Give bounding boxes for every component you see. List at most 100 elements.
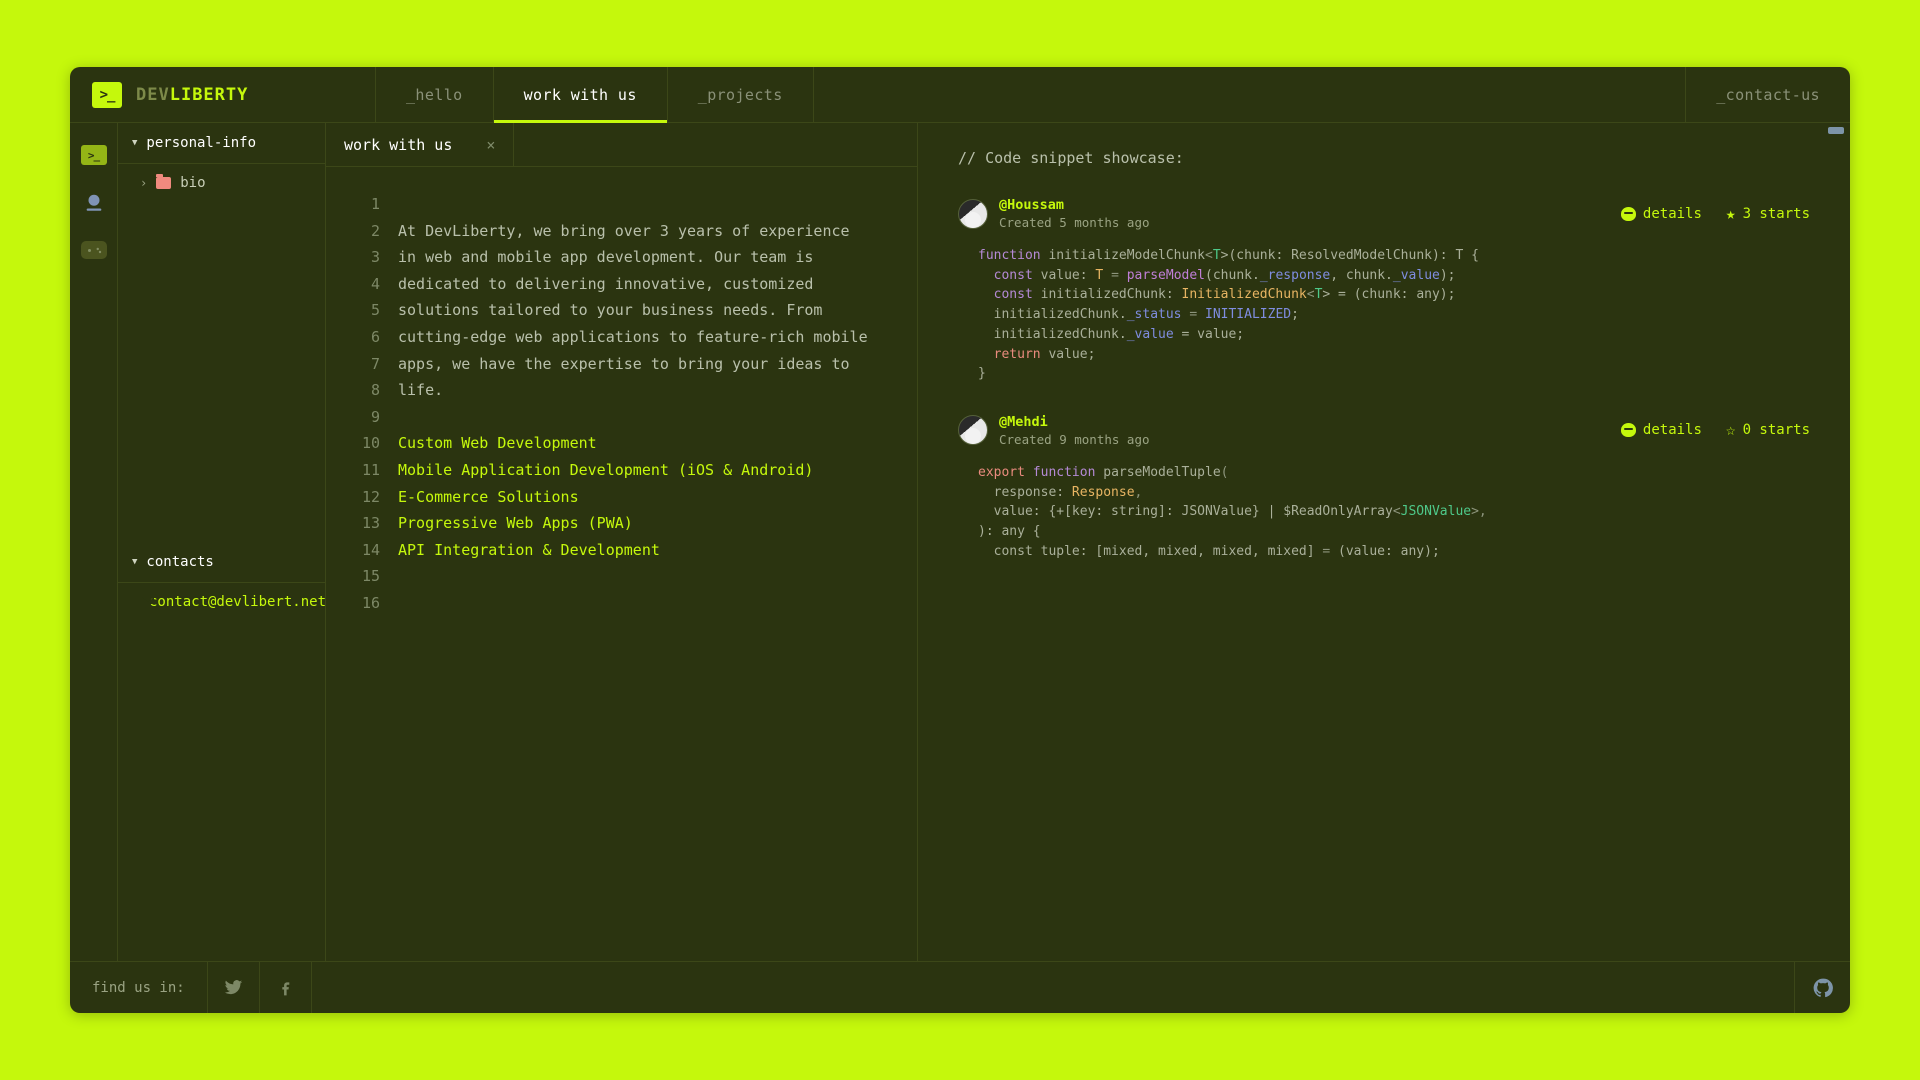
code-line: 5 solutions tailored to your business nee… <box>326 297 917 324</box>
code-token: < <box>1392 504 1401 520</box>
snippet-username: @Mehdi <box>999 413 1048 430</box>
code-token: , chunk. <box>1330 267 1393 283</box>
brand[interactable]: >_ DEVLIBERTY <box>70 67 376 122</box>
snippet-code-line: function initializeModelChunk<T>(chunk: … <box>978 246 1810 266</box>
snippet-code-line: const tuple: [mixed, mixed, mixed, mixed… <box>978 542 1810 562</box>
snippet-code-line: export function parseModelTuple( <box>978 463 1810 483</box>
editor-tabbar: work with us × <box>326 123 917 167</box>
email-label: contact@devlibert.net <box>149 594 327 610</box>
line-number: 7 <box>370 354 380 373</box>
terminal-icon[interactable]: >_ <box>80 145 107 165</box>
snippet-actions: details ☆ 0 starts <box>1620 422 1810 439</box>
snippets-title: // Code snippet showcase: <box>958 149 1184 167</box>
explorer-item-label: bio <box>180 175 206 191</box>
github-icon[interactable] <box>1794 962 1850 1013</box>
nav-tabs: _hello work with us _projects _contact-u… <box>376 67 1850 123</box>
snippet-code-line: const initializedChunk: InitializedChunk… <box>978 285 1810 305</box>
code-line: 13 Progressive Web Apps (PWA) <box>326 510 917 537</box>
snippet-code: function initializeModelChunk<T>(chunk: … <box>958 246 1810 384</box>
caret-down-icon: ▼ <box>132 138 138 148</box>
code-line: 2 At DevLiberty, we bring over 3 years of… <box>326 218 917 245</box>
code-token: } <box>978 366 986 382</box>
snippet-card: @Houssam Created 5 months ago details ★ 3 st… <box>940 197 1828 384</box>
line-text: in web and mobile app development. Our t… <box>398 248 814 267</box>
user-icon[interactable] <box>83 191 105 215</box>
explorer-spacer <box>118 202 325 542</box>
line-text: E-Commerce Solutions <box>398 487 579 506</box>
code-line: 9 <box>326 404 917 431</box>
line-number: 16 <box>361 593 380 612</box>
line-text: At DevLiberty, we bring over 3 years of … <box>398 221 850 240</box>
line-number: 9 <box>370 407 380 426</box>
explorer-bottom-spacer <box>118 621 325 961</box>
explorer-section-contacts[interactable]: ▼ contacts <box>118 542 325 583</box>
explorer-item-bio[interactable]: › bio <box>118 164 325 202</box>
app-footer: find us in: <box>70 961 1850 1013</box>
editor-tab-work-with-us[interactable]: work with us × <box>326 123 515 166</box>
code-token: response: <box>978 484 1072 500</box>
close-icon[interactable]: × <box>486 136 495 154</box>
code-token: return <box>978 346 1049 362</box>
explorer-section-personal-info[interactable]: ▼ personal-info <box>118 123 325 164</box>
code-token: (chunk. <box>1205 267 1260 283</box>
snippet-list: @Houssam Created 5 months ago details ★ 3 st… <box>940 197 1828 561</box>
snippet-header: @Houssam Created 5 months ago details ★ 3 st… <box>958 197 1810 230</box>
code-line: 15 <box>326 563 917 590</box>
facebook-icon[interactable] <box>260 962 312 1013</box>
details-button[interactable]: details <box>1620 206 1702 222</box>
snippet-username: @Houssam <box>999 197 1065 213</box>
editor-tab-label: work with us <box>344 135 453 154</box>
line-text: solutions tailored to your business need… <box>398 301 823 320</box>
snippets-pane: // Code snippet showcase: @Houssam Create… <box>918 123 1850 961</box>
editor-pane: work with us × 1 2 At DevLiberty, we brin… <box>326 123 918 961</box>
code-token: >, <box>1471 504 1487 520</box>
scrollbar-thumb[interactable] <box>1828 127 1844 134</box>
explorer-item-email[interactable]: contact@devlibert.net <box>118 583 327 621</box>
code-token: initializeModelChunk <box>1048 248 1205 263</box>
code-line: 6 cutting-edge web applications to featur… <box>326 324 917 351</box>
code-token: < <box>1306 287 1315 303</box>
code-token: < <box>1205 248 1213 263</box>
brand-title: DEVLIBERTY <box>136 85 248 105</box>
line-text: life. <box>398 381 444 400</box>
stars-button[interactable]: ★ 3 starts <box>1726 205 1810 222</box>
gamepad-icon[interactable] <box>80 241 107 259</box>
code-token: JSONValue <box>1400 504 1472 520</box>
code-token: value: {+[key: string]: JSONValue} | $Re… <box>978 504 1393 520</box>
code-token: parseModel <box>1126 267 1206 283</box>
snippet-meta: @Mehdi Created 9 months ago <box>999 414 1150 447</box>
folder-icon <box>156 174 172 189</box>
snippet-meta: @Houssam Created 5 months ago <box>999 197 1150 230</box>
brand-title-dev: DEV <box>136 84 170 105</box>
details-label: details <box>1642 422 1702 439</box>
find-us-label: find us in: <box>70 962 208 1013</box>
stars-button[interactable]: ☆ 0 starts <box>1726 422 1810 439</box>
details-button[interactable]: details <box>1620 422 1702 439</box>
code-token: ; <box>1291 307 1299 323</box>
tab-hello[interactable]: _hello <box>376 67 494 122</box>
code-token: = <box>1181 307 1205 323</box>
terminal-logo-icon: >_ <box>92 81 122 108</box>
line-text: Custom Web Development <box>398 434 597 453</box>
code-token: const <box>978 267 1041 283</box>
tab-contact-us[interactable]: _contact-us <box>1685 67 1850 122</box>
stars-label: 0 starts <box>1742 422 1810 439</box>
code-token: export <box>978 464 1033 480</box>
code-token: parseModelTuple <box>1103 464 1221 480</box>
twitter-icon[interactable] <box>208 962 260 1013</box>
line-number: 4 <box>370 274 380 293</box>
file-explorer: ▼ personal-info › bio ▼ contacts contact… <box>118 123 326 961</box>
code-token: = value; <box>1173 326 1245 342</box>
code-token: = <box>1103 267 1127 283</box>
code-token: ): any { <box>978 524 1041 540</box>
avatar <box>958 415 988 446</box>
code-token: value; <box>1048 346 1096 362</box>
app-body: >_ ▼ personal-info › bio ▼ contacts cont… <box>70 123 1850 961</box>
tab-projects[interactable]: _projects <box>668 67 814 122</box>
line-number: 11 <box>361 460 380 479</box>
snippet-card: @Mehdi Created 9 months ago details ☆ 0 star… <box>940 414 1828 562</box>
code-token: initializedChunk. <box>978 326 1127 342</box>
tab-work-with-us[interactable]: work with us <box>493 67 668 123</box>
code-token: InitializedChunk <box>1181 287 1307 303</box>
line-text <box>398 404 407 431</box>
